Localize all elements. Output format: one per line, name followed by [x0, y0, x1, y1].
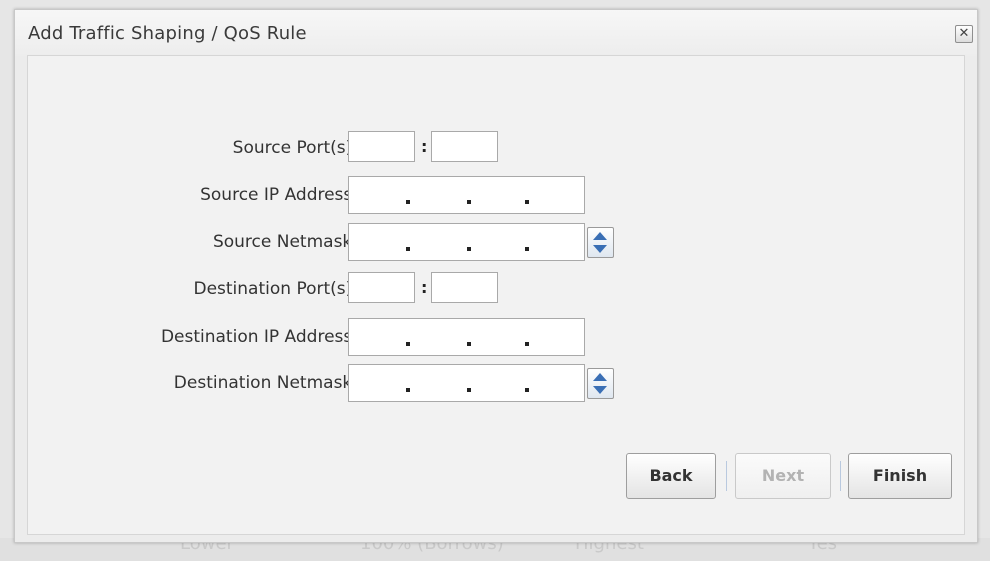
next-button[interactable]: Next: [735, 453, 831, 499]
button-divider: [726, 461, 727, 491]
dialog-content: Source Port(s): : Source IP Address: Sou…: [27, 55, 965, 535]
source-netmask-stepper[interactable]: [587, 227, 614, 258]
dest-ip-label: Destination IP Address:: [160, 327, 358, 347]
port-separator: :: [421, 137, 428, 156]
close-icon[interactable]: ✕: [955, 25, 973, 43]
back-button[interactable]: Back: [626, 453, 716, 499]
arrow-up-icon[interactable]: [593, 232, 607, 240]
source-netmask-label: Source Netmask:: [212, 232, 358, 252]
source-netmask-input[interactable]: [348, 223, 585, 261]
source-ports-label: Source Port(s):: [232, 138, 358, 158]
arrow-down-icon[interactable]: [593, 245, 607, 253]
wizard-button-bar: Back Next Finish: [28, 453, 964, 499]
dest-port-end-input[interactable]: [431, 272, 498, 303]
ip-dot: [467, 342, 471, 346]
port-separator: :: [421, 278, 428, 297]
ip-dot: [406, 200, 410, 204]
ip-dot: [467, 247, 471, 251]
ip-dot: [525, 247, 529, 251]
dialog-title: Add Traffic Shaping / QoS Rule: [28, 23, 307, 44]
source-netmask-row: Source Netmask:: [28, 223, 728, 261]
finish-button[interactable]: Finish: [848, 453, 952, 499]
button-divider: [840, 461, 841, 491]
dest-ip-row: Destination IP Address:: [28, 318, 728, 356]
dest-ports-label: Destination Port(s):: [193, 279, 358, 299]
ip-dot: [406, 247, 410, 251]
dest-port-start-input[interactable]: [348, 272, 415, 303]
arrow-down-icon[interactable]: [593, 386, 607, 394]
source-port-end-input[interactable]: [431, 131, 498, 162]
ip-dot: [525, 388, 529, 392]
arrow-up-icon[interactable]: [593, 373, 607, 381]
dest-netmask-stepper[interactable]: [587, 368, 614, 399]
source-ip-input[interactable]: [348, 176, 585, 214]
ip-dot: [525, 342, 529, 346]
source-ports-row: Source Port(s): :: [28, 131, 728, 165]
dialog-titlebar: Add Traffic Shaping / QoS Rule ✕: [15, 10, 977, 56]
dest-netmask-label: Destination Netmask:: [173, 373, 358, 393]
qos-rule-dialog: Add Traffic Shaping / QoS Rule ✕ Source …: [14, 9, 978, 543]
dest-ip-input[interactable]: [348, 318, 585, 356]
ip-dot: [467, 200, 471, 204]
dest-netmask-row: Destination Netmask:: [28, 364, 728, 402]
source-ip-row: Source IP Address:: [28, 176, 728, 214]
dest-netmask-input[interactable]: [348, 364, 585, 402]
ip-dot: [406, 388, 410, 392]
source-ip-label: Source IP Address:: [200, 185, 358, 205]
source-port-start-input[interactable]: [348, 131, 415, 162]
ip-dot: [467, 388, 471, 392]
dest-ports-row: Destination Port(s): :: [28, 272, 728, 306]
ip-dot: [525, 200, 529, 204]
ip-dot: [406, 342, 410, 346]
